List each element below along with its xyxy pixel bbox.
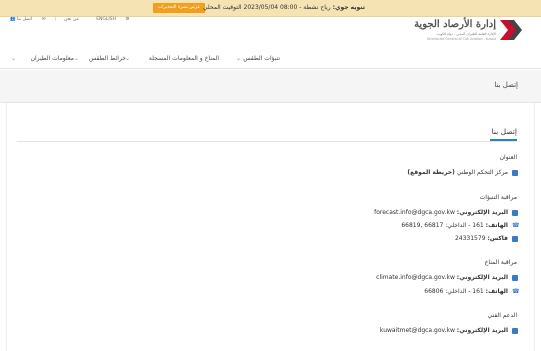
chevron-down-icon: ⌄ [73,55,79,62]
card-title: إتصل بنا [491,127,517,136]
warning-label: تنويه جوي: [332,4,365,11]
page-title: إتصل بنا [494,81,518,89]
tech-support-heading: الدعم الفني [487,312,517,319]
main-nav: تنبؤات الطقس ⌄ المناخ و المعلومات المسجل… [10,55,300,65]
email-label: البريد الإلكتروني: [456,274,508,281]
climate-email-line: البريد الإلكتروني: climate.info@dgca.gov… [376,274,508,281]
climate-phone: 161 - الداخلي: 66806 [424,288,484,295]
climate-phone-line: الهاتف: 161 - الداخلي: 66806 [424,288,508,295]
phone-icon: ☎ [512,288,520,295]
address-heading: العنوان [499,154,517,161]
forecast-phone: 161 - الداخلي: 66817 ,66819 [401,222,484,229]
email-label: البريد الإلكتروني: [456,209,508,216]
logo[interactable]: إدارة الأرصاد الجوية الإدارة العامة للطي… [414,18,522,44]
fax-icon [512,236,518,242]
warning-message: رياح نشطة - 08:00 2023/05/04 التوقيت الم… [202,4,331,11]
climate-email-link[interactable]: climate.info@dgca.gov.kw [376,274,455,281]
map-icon [512,170,518,176]
warnings-button[interactable]: عرض نشرة التحذيرات [153,3,205,13]
contact-link[interactable]: ✉ اتصل بنا [17,17,45,22]
forecast-email-line: البريد الإلكتروني: forecast.info@dgca.go… [374,209,508,216]
phone-label: الهاتف: [485,222,508,229]
logo-subtitle-en: Directorate General of Civil Aviation - … [427,37,496,41]
forecast-fax-line: فاكس: 24331579 [455,235,508,242]
nav-item-climate[interactable]: المناخ و المعلومات المسجلة [149,55,219,62]
about-label: من نحن [63,17,79,22]
nav-item-aviation[interactable]: معلومات الطيران [31,55,74,62]
divider [17,141,517,142]
page-header: إتصل بنا [0,70,541,103]
climate-heading: مراقبة المناخ [484,259,517,266]
tech-email-link[interactable]: kuwaitmet@dgca.gov.kw [380,327,455,334]
address-text: مركز التحكم الوطني [456,169,508,176]
language-label: ENGLISH [96,17,116,22]
forecast-phone-line: الهاتف: 161 - الداخلي: 66817 ,66819 [401,222,508,229]
phone-label: الهاتف: [485,288,508,295]
envelope-icon [512,275,518,281]
language-link[interactable]: ENGLISH ⚙ [96,17,129,22]
chevron-down-icon: ⌄ [235,55,241,62]
contact-card: إتصل بنا العنوان مركز التحكم الوطني (خري… [6,103,535,351]
logo-title: إدارة الأرصاد الجوية [414,19,496,30]
forecast-heading: مراقبة التنبؤات [479,194,517,201]
nav-item-weather-maps[interactable]: خرائط الطقس [89,55,126,62]
logo-mark-icon [500,20,522,40]
logo-subtitle: الإدارة العامة للطيران المدني - دولة الك… [436,32,496,36]
map-link[interactable]: (خريطة الموقع) [407,169,455,176]
address-line: مركز التحكم الوطني (خريطة الموقع) [407,169,508,176]
phone-icon: ☎ [512,222,520,229]
warning-text: تنويه جوي: رياح نشطة - 08:00 2023/05/04 … [203,4,365,11]
warning-bar: عرض نشرة التحذيرات تنويه جوي: رياح نشطة … [0,0,541,17]
fax-label: فاكس: [487,235,508,242]
utility-links: 👥 من نحن | ✉ اتصل بنا ENGLISH ⚙ [10,17,137,22]
envelope-icon [512,328,518,334]
envelope-icon [512,210,518,216]
email-label: البريد الإلكتروني: [456,327,508,334]
nav-item-forecasts[interactable]: تنبؤات الطقس [243,55,280,62]
forecast-fax: 24331579 [454,235,486,242]
tech-email-line: البريد الإلكتروني: kuwaitmet@dgca.gov.kw [380,327,508,334]
chevron-down-icon: ⌄ [10,55,16,62]
title-underline [490,139,517,141]
divider: | [54,17,57,22]
forecast-email-link[interactable]: forecast.info@dgca.gov.kw [374,209,455,216]
contact-label: اتصل بنا [17,17,33,22]
